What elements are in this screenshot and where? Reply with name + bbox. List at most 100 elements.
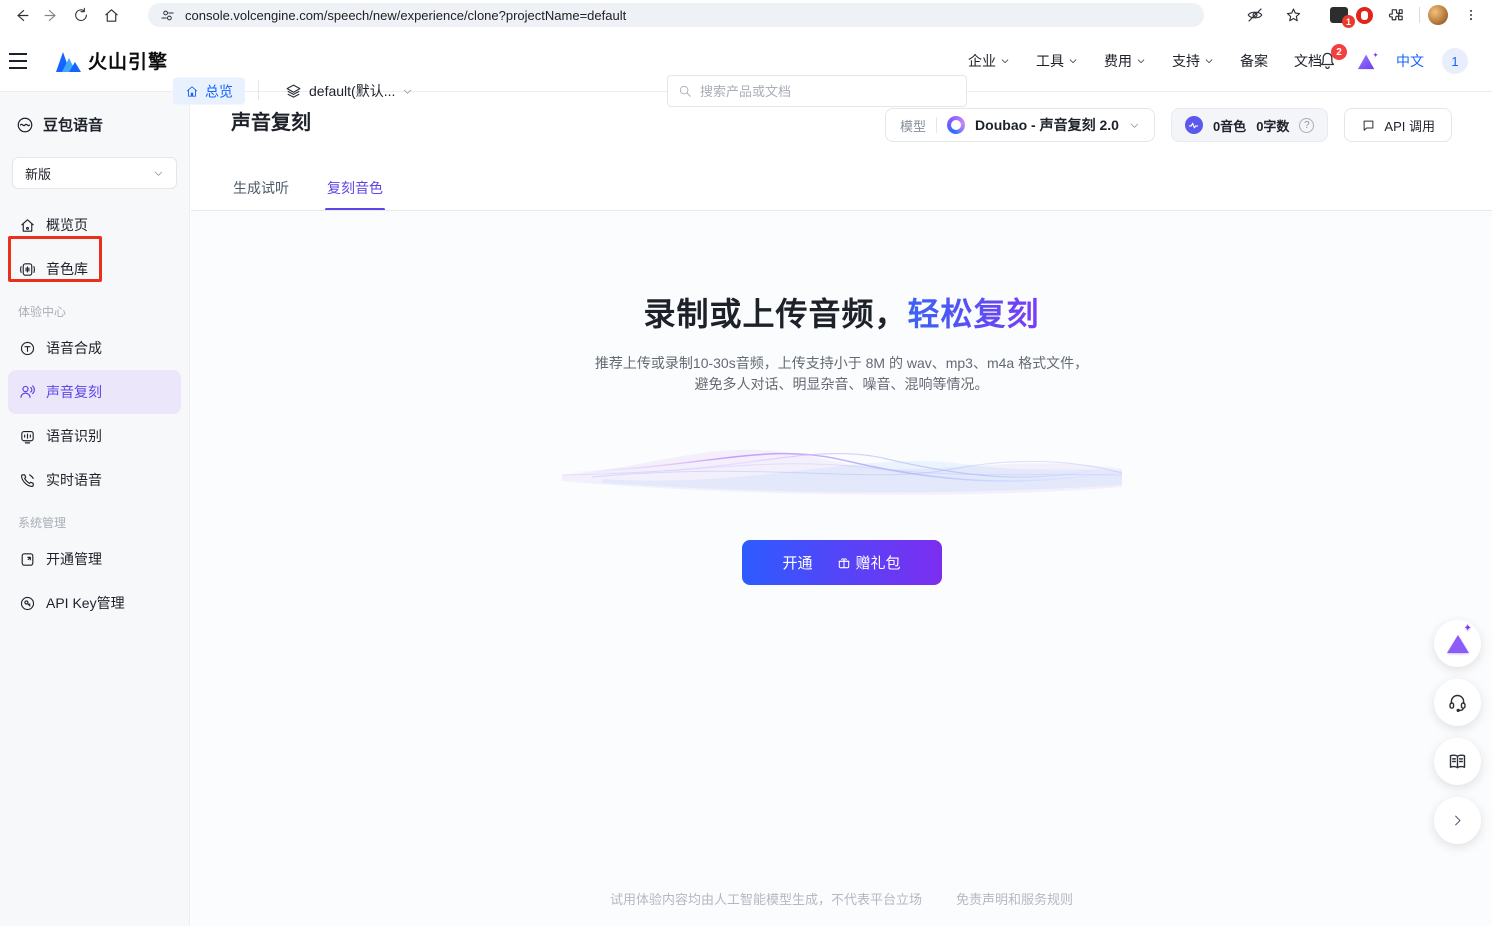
open-book-icon: [1447, 751, 1468, 772]
search-input[interactable]: [700, 84, 956, 99]
chevron-right-icon: [1450, 813, 1465, 828]
chevron-down-icon: [153, 168, 164, 179]
sidebar-item-overview[interactable]: 概览页: [8, 203, 181, 247]
svg-text:✦: ✦: [1372, 51, 1378, 59]
hero-title: 录制或上传音频，轻松复刻: [191, 289, 1492, 335]
footer-terms-link[interactable]: 免责声明和服务规则: [956, 892, 1073, 907]
model-selector[interactable]: 模型 Doubao - 声音复刻 2.0: [885, 108, 1155, 142]
chat-icon: [1361, 118, 1376, 133]
product-header: 豆包语音: [0, 92, 189, 153]
waveform-graphic: [562, 423, 1122, 518]
menu-billing[interactable]: 费用: [1104, 51, 1146, 71]
tab-clone-voice[interactable]: 复刻音色: [325, 168, 385, 211]
menu-icp[interactable]: 备案: [1240, 51, 1268, 71]
activate-button[interactable]: 开通 赠礼包: [742, 540, 942, 585]
volcengine-console-page: console.volcengine.com/speech/new/experi…: [0, 0, 1492, 926]
product-title: 豆包语音: [43, 114, 103, 135]
account-avatar[interactable]: 1: [1442, 48, 1468, 74]
page-footer: 试用体验内容均由人工智能模型生成，不代表平台立场免责声明和服务规则: [191, 889, 1492, 908]
adblock-extension-icon[interactable]: [1356, 7, 1373, 24]
api-call-button[interactable]: API 调用: [1344, 108, 1452, 142]
browser-back-icon[interactable]: [6, 3, 36, 27]
chevron-down-icon: [1068, 56, 1078, 66]
hero-section: 录制或上传音频，轻松复刻 推荐上传或录制10-30s音频，上传支持小于 8M 的…: [191, 211, 1492, 585]
customer-service-fab[interactable]: [1434, 679, 1481, 726]
quota-voices: 0音色: [1213, 116, 1246, 135]
document-icon: [18, 550, 36, 568]
key-icon: [18, 594, 36, 612]
help-icon[interactable]: ?: [1299, 118, 1314, 133]
ai-mountain-icon: [1447, 635, 1469, 653]
overview-label: 总览: [205, 81, 233, 101]
top-menu: 企业 工具 费用 支持 备案 文档: [968, 30, 1322, 92]
model-value: Doubao - 声音复刻 2.0: [975, 115, 1119, 135]
gift-icon: [837, 556, 851, 570]
sidebar-item-voice-clone[interactable]: 声音复刻: [8, 370, 181, 414]
collapse-fab[interactable]: [1434, 797, 1481, 844]
overview-button[interactable]: 总览: [173, 78, 245, 105]
home-icon: [185, 84, 199, 98]
notification-bell-icon[interactable]: 2: [1318, 51, 1338, 71]
browser-home-icon[interactable]: [96, 3, 126, 27]
gift-label: 赠礼包: [856, 552, 901, 573]
console-header: 火山引擎 总览 default(默认... 企业 工具 费用 支持 备案 文档: [0, 30, 1492, 92]
search-icon: [678, 84, 692, 98]
version-selector[interactable]: 新版: [12, 157, 177, 189]
voice-clone-icon: [18, 383, 36, 401]
version-label: 新版: [25, 164, 51, 183]
ai-assistant-icon[interactable]: ✦: [1356, 51, 1378, 71]
menu-tools[interactable]: 工具: [1036, 51, 1078, 71]
bookmark-star-icon[interactable]: [1278, 3, 1308, 27]
sidebar-item-tts[interactable]: 语音合成: [8, 326, 181, 370]
browser-profile-avatar[interactable]: [1428, 5, 1448, 25]
tab-generate-preview[interactable]: 生成试听: [231, 168, 291, 211]
layers-icon: [285, 83, 302, 100]
asr-icon: [18, 427, 36, 445]
browser-forward-icon[interactable]: [36, 3, 66, 27]
quota-badge[interactable]: 0音色 0字数 ?: [1171, 108, 1328, 142]
ai-helper-fab[interactable]: [1434, 620, 1481, 667]
page-header: 声音复刻 模型 Doubao - 声音复刻 2.0 0音色 0字数 ?: [191, 92, 1492, 211]
sidebar-section-system: 系统管理: [0, 502, 189, 537]
docs-fab[interactable]: [1434, 738, 1481, 785]
sidebar-item-voice-library[interactable]: 音色库: [8, 247, 181, 291]
hero-title-main: 录制或上传音频，: [643, 296, 907, 332]
menu-enterprise[interactable]: 企业: [968, 51, 1010, 71]
project-name: default(默认...: [309, 81, 395, 101]
activate-label: 开通: [782, 552, 812, 573]
browser-reload-icon[interactable]: [66, 3, 96, 27]
url-text[interactable]: console.volcengine.com/speech/new/experi…: [185, 8, 626, 23]
sidebar-item-activation[interactable]: 开通管理: [8, 537, 181, 581]
top-right-icons: 2 ✦ 中文 1: [1318, 30, 1468, 92]
sidebar-item-api-key[interactable]: API Key管理: [8, 581, 181, 625]
extensions-puzzle-icon[interactable]: [1381, 3, 1411, 27]
extension-badge: 1: [1342, 15, 1355, 28]
api-call-label: API 调用: [1384, 116, 1435, 135]
chevron-down-icon: [1204, 56, 1214, 66]
password-eye-off-icon[interactable]: [1240, 3, 1270, 27]
menu-hamburger-icon[interactable]: [6, 49, 30, 73]
global-search[interactable]: [667, 75, 967, 107]
project-selector[interactable]: default(默认...: [285, 81, 413, 101]
browser-address-bar[interactable]: console.volcengine.com/speech/new/experi…: [148, 3, 1204, 27]
sidebar-item-asr[interactable]: 语音识别: [8, 414, 181, 458]
tab-bar: 生成试听 复刻音色: [231, 168, 385, 211]
sidebar-section-experience: 体验中心: [0, 291, 189, 326]
browser-toolbar: console.volcengine.com/speech/new/experi…: [0, 0, 1492, 30]
brand-name: 火山引擎: [88, 47, 168, 74]
chevron-down-icon: [1136, 56, 1146, 66]
chevron-down-icon: [402, 86, 413, 97]
header-controls: 模型 Doubao - 声音复刻 2.0 0音色 0字数 ? API: [885, 108, 1452, 142]
hero-description: 推荐上传或录制10-30s音频，上传支持小于 8M 的 wav、mp3、m4a …: [191, 353, 1492, 395]
chevron-down-icon: [1000, 56, 1010, 66]
sidebar-item-realtime-voice[interactable]: 实时语音: [8, 458, 181, 502]
menu-support[interactable]: 支持: [1172, 51, 1214, 71]
browser-menu-icon[interactable]: [1456, 3, 1486, 27]
site-settings-icon[interactable]: [160, 8, 175, 23]
volcengine-logo[interactable]: 火山引擎: [55, 47, 168, 74]
browser-actions: 1: [1240, 0, 1486, 30]
headset-icon: [1447, 692, 1468, 713]
phone-call-icon: [18, 471, 36, 489]
extension-icon[interactable]: 1: [1330, 7, 1348, 23]
language-switch[interactable]: 中文: [1396, 51, 1424, 71]
